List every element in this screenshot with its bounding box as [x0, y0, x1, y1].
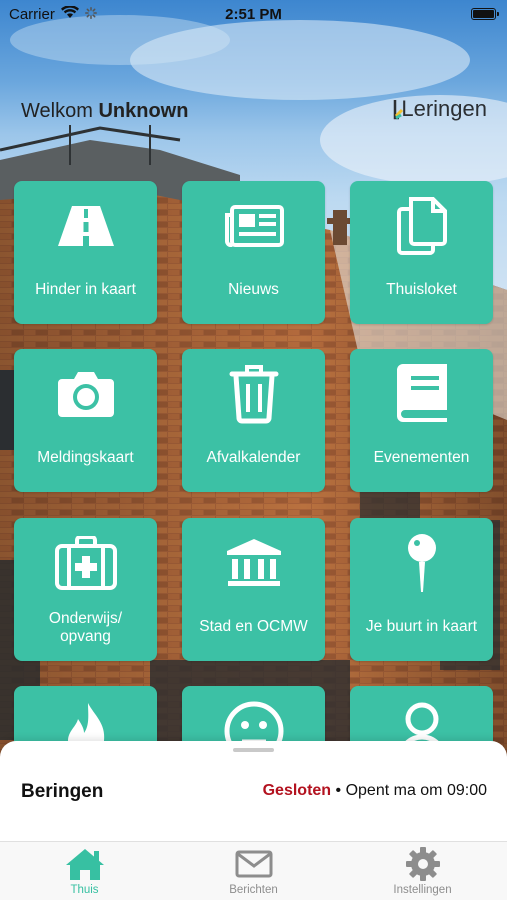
logo-text: Leringen	[401, 96, 487, 121]
welcome-text: Welkom Unknown	[21, 100, 188, 123]
place-name: Beringen	[21, 781, 104, 802]
opening-time-label: Opent ma om 09:00	[345, 782, 487, 799]
tab-instellingen[interactable]: Instellingen	[338, 846, 507, 900]
sheet-drag-handle[interactable]	[233, 748, 274, 752]
header: Welkom Unknown Leringen	[0, 96, 507, 126]
status-bar: Carrier 2:51 PM	[0, 0, 507, 30]
city-hall-icon	[182, 534, 325, 592]
clock: 2:51 PM	[225, 6, 282, 23]
tile-label: Onderwijs/ opvang	[18, 610, 153, 646]
tile-label: Je buurt in kaart	[365, 618, 478, 635]
tab-berichten[interactable]: Berichten	[169, 846, 338, 900]
tile-meldingskaart[interactable]: Meldingskaart	[14, 349, 157, 492]
tile-hinder-in-kaart[interactable]: Hinder in kaart	[14, 181, 157, 324]
tile-thuisloket[interactable]: Thuisloket	[350, 181, 493, 324]
tile-label: Thuisloket	[386, 281, 457, 298]
tile-nieuws[interactable]: Nieuws	[182, 181, 325, 324]
tile-label: Nieuws	[228, 281, 279, 298]
book-icon	[350, 364, 493, 423]
welcome-prefix: Welkom	[21, 100, 93, 122]
tile-label: Stad en OCMW	[199, 618, 308, 635]
opening-status: Gesloten • Opent ma om 09:00	[263, 782, 487, 800]
road-icon	[14, 197, 157, 255]
home-icon	[64, 846, 106, 882]
tab-label: Instellingen	[393, 884, 452, 896]
tile-label: Afvalkalender	[206, 449, 301, 466]
tile-stad-en-ocmw[interactable]: Stad en OCMW	[182, 518, 325, 661]
user-name: Unknown	[98, 100, 189, 122]
tile-onderwijs-opvang[interactable]: Onderwijs/ opvang	[14, 518, 157, 661]
trash-icon	[182, 365, 325, 424]
tile-label-line: Onderwijs/ opvang	[48, 610, 123, 645]
map-pin-icon	[350, 534, 493, 592]
gear-icon	[405, 846, 441, 882]
tab-thuis[interactable]: Thuis	[0, 846, 169, 900]
opening-hours-sheet[interactable]: Beringen Gesloten • Opent ma om 09:00	[0, 741, 507, 841]
tile-je-buurt-in-kaart[interactable]: Je buurt in kaart	[350, 518, 493, 661]
camera-icon	[14, 365, 157, 423]
first-aid-kit-icon	[14, 534, 157, 592]
closed-status-label: Gesloten	[262, 782, 332, 799]
tile-evenementen[interactable]: Evenementen	[350, 349, 493, 492]
beringen-logo: Leringen	[393, 96, 487, 122]
tile-label: Meldingskaart	[37, 449, 134, 466]
envelope-icon	[235, 846, 273, 882]
status-separator: •	[331, 782, 346, 799]
battery-icon	[471, 8, 499, 20]
tab-label: Thuis	[70, 884, 99, 896]
tile-label: Evenementen	[373, 449, 470, 466]
tile-afvalkalender[interactable]: Afvalkalender	[182, 349, 325, 492]
tile-label: Hinder in kaart	[35, 281, 136, 298]
tab-bar: Thuis Berichten Instellingen	[0, 841, 507, 900]
documents-icon	[350, 197, 493, 255]
newspaper-icon	[182, 197, 325, 255]
tab-label: Berichten	[229, 884, 278, 896]
